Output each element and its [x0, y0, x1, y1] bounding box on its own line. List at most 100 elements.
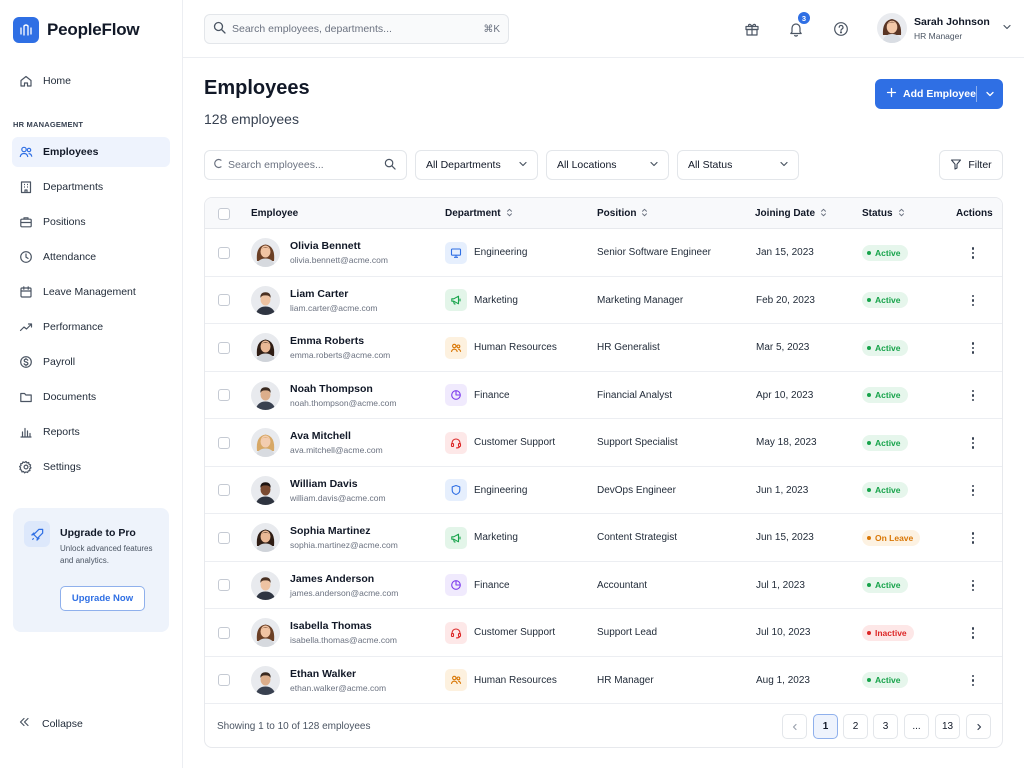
table-row[interactable]: William Davis william.davis@acme.com Eng… [205, 467, 1002, 514]
page-title: Employees [204, 77, 310, 99]
employee-email: james.anderson@acme.com [290, 587, 399, 598]
row-checkbox[interactable] [218, 389, 230, 402]
row-checkbox[interactable] [218, 579, 230, 592]
department-name: Customer Support [474, 627, 556, 639]
row-checkbox[interactable] [218, 484, 230, 497]
row-checkbox[interactable] [218, 436, 230, 449]
sidebar-item-reports[interactable]: Reports [12, 417, 170, 447]
add-employee-button[interactable]: Add Employee [875, 79, 1003, 109]
sidebar-item-attendance[interactable]: Attendance [12, 242, 170, 272]
avatar [251, 523, 280, 553]
app-name: PeopleFlow [47, 20, 140, 39]
column-position[interactable]: Position [597, 198, 648, 229]
sidebar-item-performance[interactable]: Performance [12, 312, 170, 342]
sidebar-item-payroll[interactable]: Payroll [12, 347, 170, 377]
row-checkbox[interactable] [218, 674, 230, 687]
employee-name[interactable]: Ethan Walker [290, 668, 386, 680]
table-row[interactable]: Emma Roberts emma.roberts@acme.com Human… [205, 324, 1002, 372]
table-row[interactable]: Sophia Martinez sophia.martinez@acme.com… [205, 514, 1002, 562]
table-row[interactable]: Isabella Thomas isabella.thomas@acme.com… [205, 609, 1002, 657]
next-page-icon[interactable] [966, 714, 991, 739]
sidebar-item-departments[interactable]: Departments [12, 172, 170, 202]
table-row[interactable]: Noah Thompson noah.thompson@acme.com Fin… [205, 372, 1002, 419]
table-row[interactable]: James Anderson james.anderson@acme.com F… [205, 562, 1002, 609]
employee-search-input[interactable]: Search employees... [204, 150, 407, 180]
employee-name[interactable]: Liam Carter [290, 288, 378, 300]
sidebar-item-documents[interactable]: Documents [12, 382, 170, 412]
bell-icon[interactable]: 3 [786, 11, 811, 39]
table-row[interactable]: Ava Mitchell ava.mitchell@acme.com Custo… [205, 419, 1002, 467]
sidebar-item-label: Departments [43, 181, 104, 193]
employee-name[interactable]: Noah Thompson [290, 383, 396, 395]
page-ellipsis[interactable]: ... [904, 714, 929, 739]
more-actions-icon[interactable] [971, 532, 975, 544]
trend-icon [18, 319, 34, 335]
status-badge: Inactive [862, 624, 914, 641]
sidebar-item-home[interactable]: Home [12, 66, 170, 96]
table-row[interactable]: Ethan Walker ethan.walker@acme.com Human… [205, 657, 1002, 704]
page-button-1[interactable]: 1 [813, 714, 838, 739]
row-checkbox[interactable] [218, 626, 230, 639]
employee-name[interactable]: Isabella Thomas [290, 620, 397, 632]
row-checkbox[interactable] [218, 246, 230, 259]
filter-button[interactable]: Filter [939, 150, 1003, 180]
position-title: Marketing Manager [597, 294, 684, 306]
employee-name[interactable]: Sophia Martinez [290, 525, 398, 537]
gift-icon[interactable] [742, 19, 762, 39]
global-search-input[interactable]: Search employees, departments... ⌘K [204, 14, 509, 44]
sidebar-item-label: Reports [43, 426, 80, 438]
more-actions-icon[interactable] [971, 579, 975, 591]
sidebar: PeopleFlow Home HR MANAGEMENT Employees … [0, 0, 183, 768]
department-filter-select[interactable]: All Departments [415, 150, 538, 180]
sidebar-item-label: Positions [43, 216, 86, 228]
status-filter-select[interactable]: All Status [677, 150, 799, 180]
select-all-checkbox[interactable] [218, 207, 230, 220]
more-actions-icon[interactable] [971, 627, 975, 639]
employee-name[interactable]: William Davis [290, 478, 386, 490]
employee-name[interactable]: James Anderson [290, 573, 398, 585]
employee-name[interactable]: Olivia Bennett [290, 240, 388, 252]
more-actions-icon[interactable] [971, 247, 975, 259]
chevron-down-icon[interactable] [977, 79, 1003, 109]
sidebar-item-positions[interactable]: Positions [12, 207, 170, 237]
status-text: Active [875, 485, 901, 496]
more-actions-icon[interactable] [971, 342, 975, 354]
column-status[interactable]: Status [862, 198, 905, 229]
page-button-2[interactable]: 2 [843, 714, 868, 739]
more-actions-icon[interactable] [971, 484, 975, 496]
sidebar-item-leave-management[interactable]: Leave Management [12, 277, 170, 307]
megaphone-icon [445, 526, 467, 549]
employee-name[interactable]: Emma Roberts [290, 335, 390, 347]
table-row[interactable]: Liam Carter liam.carter@acme.com Marketi… [205, 277, 1002, 324]
more-actions-icon[interactable] [971, 674, 975, 686]
help-icon[interactable] [831, 19, 851, 39]
user-menu[interactable]: Sarah Johnson HR Manager [877, 13, 1012, 43]
page-button-13[interactable]: 13 [935, 714, 960, 739]
column-department[interactable]: Department [445, 198, 513, 229]
upgrade-now-button[interactable]: Upgrade Now [60, 586, 145, 611]
status-dot [867, 488, 871, 493]
row-checkbox[interactable] [218, 341, 230, 354]
row-checkbox[interactable] [218, 531, 230, 544]
sidebar-item-employees[interactable]: Employees [12, 137, 170, 167]
sidebar-item-settings[interactable]: Settings [12, 452, 170, 482]
employee-name[interactable]: Ava Mitchell [290, 430, 383, 442]
spinner-icon [214, 158, 223, 172]
more-actions-icon[interactable] [971, 389, 975, 401]
row-checkbox[interactable] [218, 294, 230, 307]
column-joining-date[interactable]: Joining Date [755, 198, 827, 229]
top-header: Search employees, departments... ⌘K 3 Sa… [183, 0, 1024, 58]
collapse-button[interactable]: Collapse [18, 716, 83, 731]
brand[interactable]: PeopleFlow [13, 17, 140, 43]
location-filter-select[interactable]: All Locations [546, 150, 669, 180]
table-row[interactable]: Olivia Bennett olivia.bennett@acme.com E… [205, 229, 1002, 277]
home-icon [18, 73, 34, 89]
page-button-3[interactable]: 3 [873, 714, 898, 739]
prev-page-icon[interactable] [782, 714, 807, 739]
joining-date: Feb 20, 2023 [756, 294, 815, 306]
more-actions-icon[interactable] [971, 437, 975, 449]
status-text: Inactive [875, 627, 907, 638]
monitor-icon [445, 241, 467, 264]
more-actions-icon[interactable] [971, 294, 975, 306]
chevron-down-icon [518, 159, 528, 172]
